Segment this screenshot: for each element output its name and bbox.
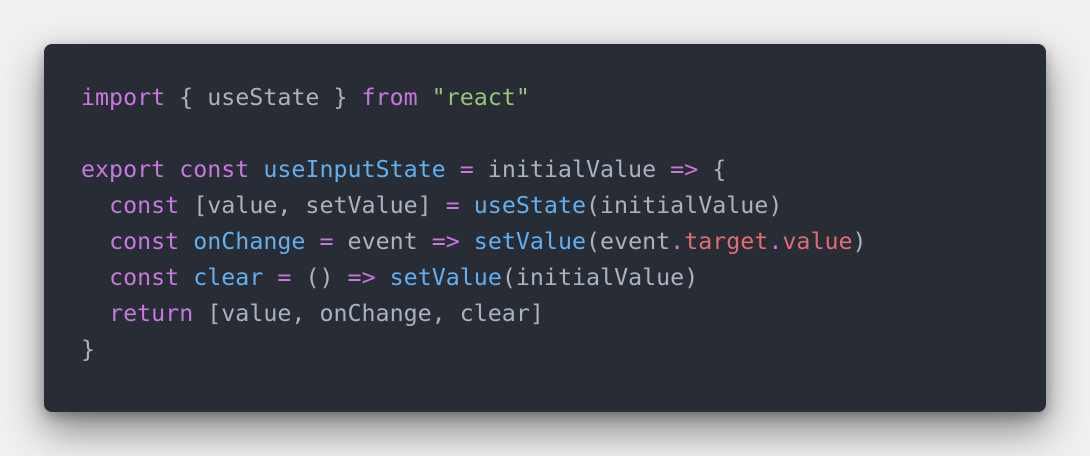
keyword-token: = [445,192,460,219]
code-line: import { useState } from "react" [81,80,1046,116]
code-text-token: [value, setValue] [179,192,446,219]
code-line: return [value, onChange, clear] [81,296,1046,332]
code-line: const onChange = event => setValue(event… [81,224,1046,260]
keyword-token: => [431,228,460,255]
code-text-token: event [333,228,432,255]
keyword-token: import [81,84,166,111]
keyword-token: const [109,264,180,291]
property-token: target [684,228,769,255]
keyword-token: => [670,156,699,183]
code-line: const clear = () => setValue(initialValu… [81,260,1046,296]
keyword-token: export [81,156,166,183]
keyword-token: = [277,264,292,291]
keyword-token: . [768,228,783,255]
function-name-token: useInputState [263,156,446,183]
code-block: import { useState } from "react" export c… [81,80,1046,368]
code-text-token: { useState } [165,84,362,111]
keyword-token: = [319,228,334,255]
code-line: } [81,332,1046,368]
code-line: export const useInputState = initialValu… [81,152,1046,188]
code-text-token: (initialValue) [501,264,699,291]
keyword-token: const [109,228,180,255]
keyword-token: => [347,264,376,291]
code-text-token: } [81,336,96,363]
keyword-token: return [109,300,194,327]
function-name-token: onChange [193,228,306,255]
function-name-token: clear [193,264,264,291]
keyword-token: const [179,156,250,183]
keyword-token: = [459,156,474,183]
code-text-token: ) [852,228,867,255]
code-text-token: () [291,264,348,291]
code-text-token: (initialValue) [585,192,783,219]
code-line: const [value, setValue] = useState(initi… [81,188,1046,224]
string-token: "react" [431,84,530,111]
code-text-token: { [698,156,727,183]
code-text-token: (event [586,228,671,255]
keyword-token: from [361,84,418,111]
code-text-token: initialValue [473,156,671,183]
function-name-token: setValue [473,228,587,255]
code-text-token: [value, onChange, clear] [193,300,544,327]
keyword-token: . [670,228,685,255]
property-token: value [782,228,853,255]
function-name-token: setValue [389,264,502,291]
function-name-token: useState [473,192,586,219]
keyword-token: const [109,192,180,219]
code-snippet-window: import { useState } from "react" export c… [44,44,1046,412]
